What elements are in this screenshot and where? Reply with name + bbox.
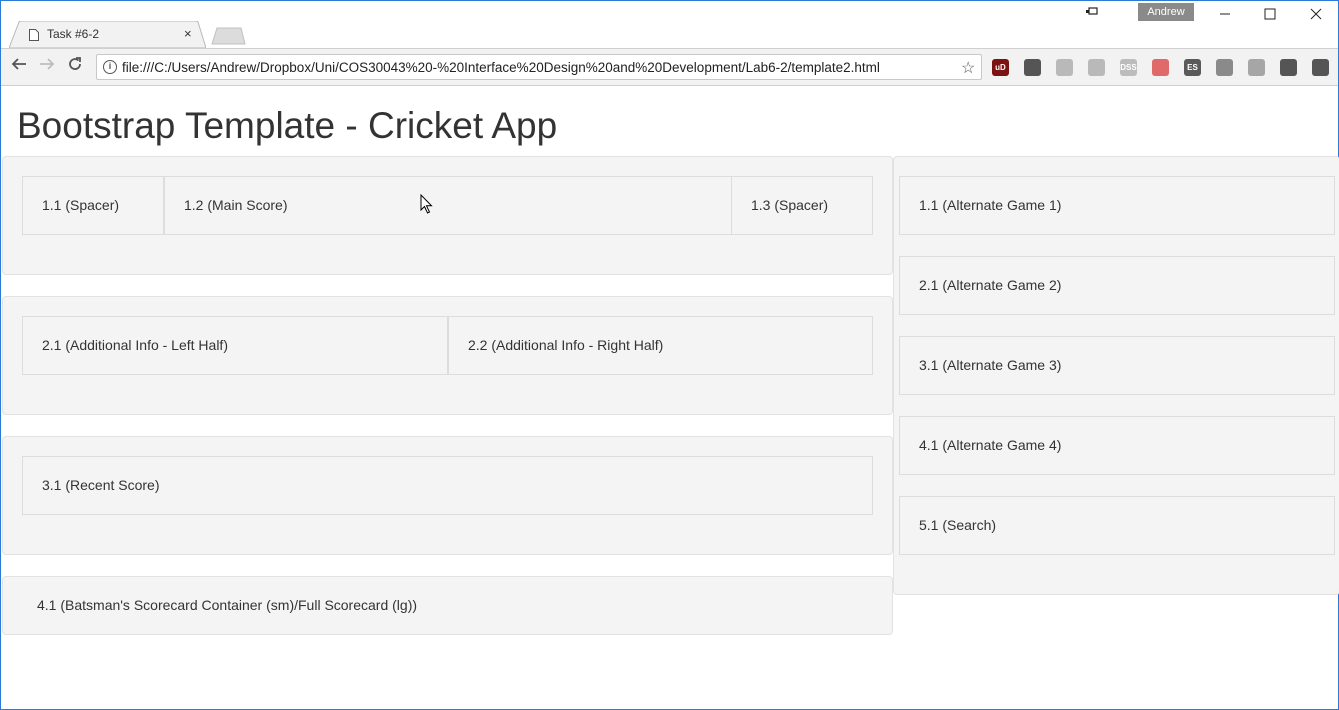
cell-main-score: 1.2 (Main Score)	[164, 176, 732, 235]
calendar-icon[interactable]	[1152, 59, 1169, 76]
forward-icon[interactable]	[36, 56, 58, 78]
tab-title: Task #6-2	[47, 27, 100, 41]
address-bar[interactable]: i file:///C:/Users/Andrew/Dropbox/Uni/CO…	[96, 54, 982, 80]
row-2-well: 2.1 (Additional Info - Left Half) 2.2 (A…	[2, 296, 893, 415]
page-title: Bootstrap Template - Cricket App	[17, 105, 558, 146]
es-icon[interactable]: ES	[1184, 59, 1201, 76]
ublock-icon[interactable]: uD	[992, 59, 1009, 76]
profile-badge[interactable]: Andrew	[1138, 3, 1194, 21]
tab-close-icon[interactable]: ×	[184, 27, 192, 41]
cell-recent-score: 3.1 (Recent Score)	[22, 456, 873, 515]
row-1-well: 1.1 (Spacer) 1.2 (Main Score) 1.3 (Space…	[2, 156, 893, 275]
dss-icon[interactable]: DSS	[1120, 59, 1137, 76]
tab-active[interactable]: Task #6-2 ×	[9, 21, 206, 48]
cell-spacer-2: 1.3 (Spacer)	[731, 176, 873, 235]
info-icon[interactable]: i	[103, 60, 117, 74]
url-text[interactable]: file:///C:/Users/Andrew/Dropbox/Uni/COS3…	[122, 60, 880, 75]
cell-scorecard: 4.1 (Batsman's Scorecard Container (sm)/…	[18, 577, 878, 634]
cell-alt-game-3: 3.1 (Alternate Game 3)	[899, 336, 1335, 395]
page-icon	[29, 29, 39, 41]
presentation-icon	[1086, 7, 1098, 15]
reload-icon[interactable]	[64, 56, 86, 78]
cell-alt-game-1: 1.1 (Alternate Game 1)	[899, 176, 1335, 235]
cell-spacer-1: 1.1 (Spacer)	[22, 176, 164, 235]
page-content: Bootstrap Template - Cricket App 1.1 (Sp…	[2, 87, 1339, 710]
minimize-icon[interactable]	[1210, 5, 1240, 27]
cell-search: 5.1 (Search)	[899, 496, 1335, 555]
angular-icon[interactable]	[1248, 59, 1265, 76]
menu-icon[interactable]	[1312, 59, 1329, 76]
back-icon[interactable]	[8, 56, 30, 78]
clock-icon[interactable]	[1216, 59, 1233, 76]
row-4-well: 4.1 (Batsman's Scorecard Container (sm)/…	[2, 576, 893, 635]
row-3-well: 3.1 (Recent Score)	[2, 436, 893, 555]
cell-alt-game-2: 2.1 (Alternate Game 2)	[899, 256, 1335, 315]
cell-info-left: 2.1 (Additional Info - Left Half)	[22, 316, 448, 375]
play-icon[interactable]	[1056, 59, 1073, 76]
cell-alt-game-4: 4.1 (Alternate Game 4)	[899, 416, 1335, 475]
sidebar-well: 1.1 (Alternate Game 1) 2.1 (Alternate Ga…	[893, 156, 1339, 595]
maximize-icon[interactable]	[1255, 5, 1285, 27]
browser-window: Task #6-2 × Andrew i file:///C:/Users/An…	[0, 0, 1339, 710]
mail-icon[interactable]	[1024, 59, 1041, 76]
mouse-cursor-icon	[420, 194, 433, 214]
cast-icon[interactable]	[1280, 59, 1297, 76]
new-tab-button[interactable]	[210, 27, 246, 45]
title-bar: Task #6-2 × Andrew	[1, 1, 1338, 48]
cell-info-right: 2.2 (Additional Info - Right Half)	[448, 316, 873, 375]
browser-toolbar: i file:///C:/Users/Andrew/Dropbox/Uni/CO…	[1, 48, 1338, 86]
bookmark-star-icon[interactable]: ☆	[961, 58, 975, 78]
close-window-icon[interactable]	[1301, 5, 1331, 27]
drive-icon[interactable]	[1088, 59, 1105, 76]
